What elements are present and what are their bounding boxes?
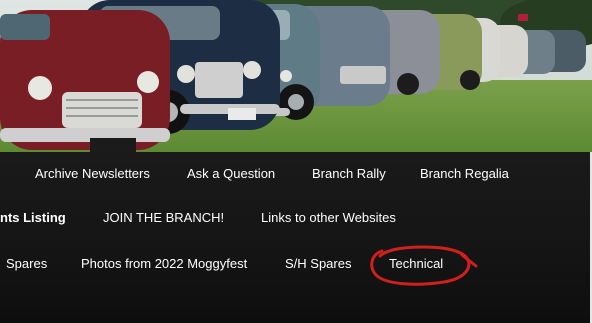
nav-item-sh-spares[interactable]: S/H Spares: [285, 256, 351, 272]
classic-cars-photo-icon: [0, 0, 592, 152]
nav-item-events-listing[interactable]: nts Listing: [0, 210, 66, 226]
hero-photo: [0, 0, 592, 152]
nav-item-branch-rally[interactable]: Branch Rally: [312, 166, 386, 182]
nav-item-ask-a-question[interactable]: Ask a Question: [187, 166, 275, 182]
nav-item-photos-2022-moggyfest[interactable]: Photos from 2022 Moggyfest: [81, 256, 247, 272]
nav-item-branch-regalia[interactable]: Branch Regalia: [420, 166, 509, 182]
nav-menu-panel: Archive Newsletters Ask a Question Branc…: [0, 152, 592, 323]
nav-item-spares[interactable]: Spares: [6, 256, 47, 272]
nav-item-archive-newsletters[interactable]: Archive Newsletters: [35, 166, 150, 182]
nav-item-technical[interactable]: Technical: [389, 256, 443, 272]
nav-item-join-the-branch[interactable]: JOIN THE BRANCH!: [103, 210, 224, 226]
nav-item-links-to-other-websites[interactable]: Links to other Websites: [261, 210, 396, 226]
